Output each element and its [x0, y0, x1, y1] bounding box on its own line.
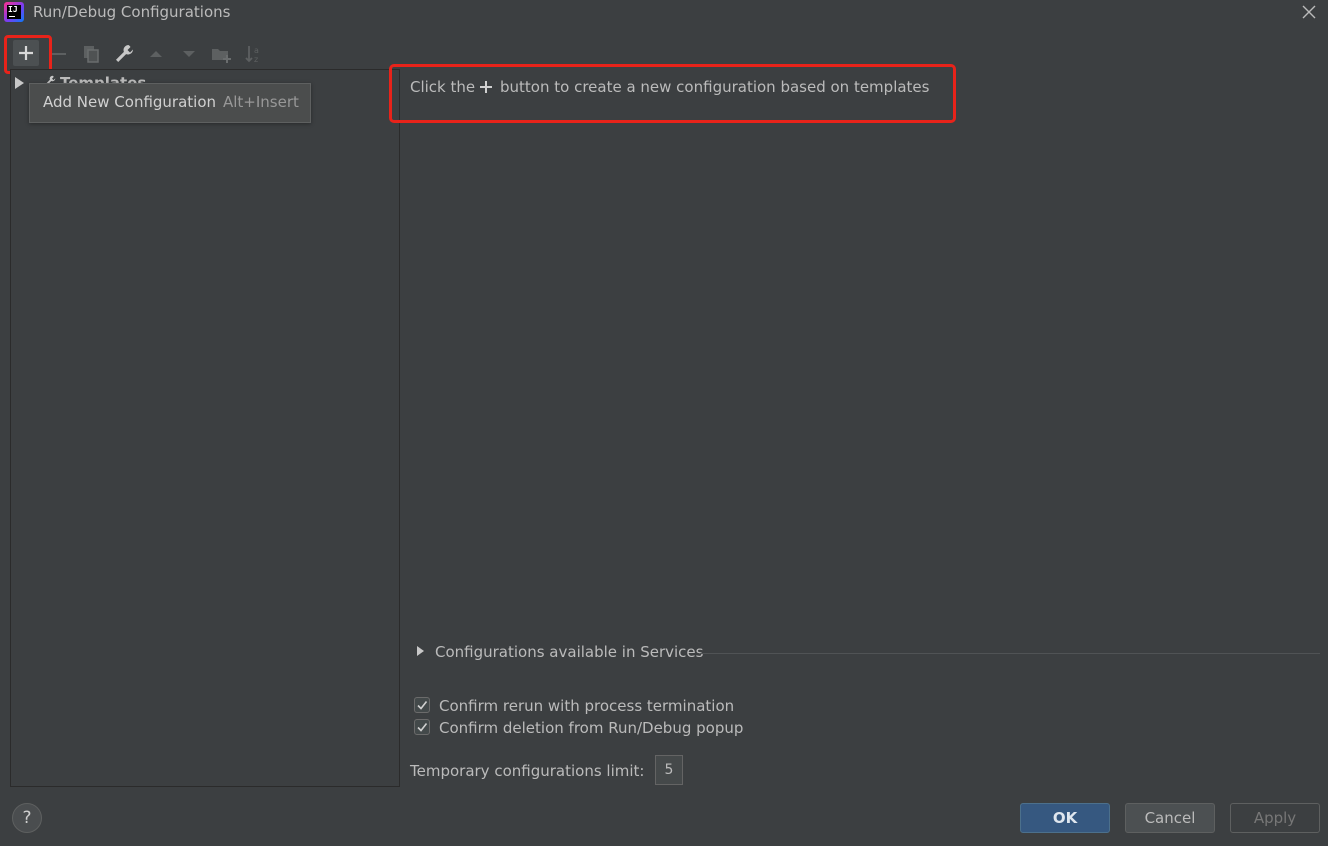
wrench-icon [116, 45, 133, 62]
svg-text:z: z [254, 55, 258, 64]
checkmark-icon [417, 701, 428, 710]
confirm-rerun-label[interactable]: Confirm rerun with process termination [439, 697, 734, 715]
tooltip-shortcut: Alt+Insert [223, 93, 299, 111]
configurations-tree-panel[interactable] [10, 69, 400, 787]
temporary-limit-label: Temporary configurations limit: [410, 762, 645, 780]
ok-button[interactable]: OK [1020, 803, 1110, 833]
services-expand-icon[interactable] [417, 646, 424, 656]
checkmark-icon [417, 723, 428, 732]
temporary-limit-input[interactable]: 5 [655, 755, 683, 785]
confirm-deletion-label[interactable]: Confirm deletion from Run/Debug popup [439, 719, 743, 737]
apply-button[interactable]: Apply [1230, 803, 1320, 833]
move-up-button[interactable] [144, 42, 168, 66]
app-icon-text: IJ [7, 5, 21, 19]
plus-icon [478, 79, 494, 95]
services-section-title[interactable]: Configurations available in Services [435, 643, 703, 661]
edit-templates-button[interactable] [112, 42, 136, 66]
tooltip-label: Add New Configuration [43, 93, 217, 111]
new-folder-icon [212, 49, 231, 63]
move-down-button[interactable] [177, 42, 201, 66]
add-configuration-tooltip: Add New Configuration Alt+Insert [29, 83, 311, 123]
expand-arrow-icon[interactable] [15, 77, 24, 89]
help-button[interactable]: ? [12, 803, 42, 833]
copy-icon [84, 46, 99, 63]
intellij-app-icon: IJ [4, 2, 24, 22]
window-title: Run/Debug Configurations [33, 3, 231, 21]
hint-text-start: Click the [410, 78, 476, 96]
new-folder-button[interactable] [209, 42, 233, 66]
hint-text-end: button to create a new configuration bas… [500, 78, 930, 96]
arrow-down-icon [183, 51, 195, 57]
confirm-rerun-checkbox[interactable] [414, 697, 430, 713]
arrow-up-icon [150, 51, 162, 57]
sort-alpha-icon: a z [245, 46, 259, 64]
confirm-deletion-checkbox[interactable] [414, 719, 430, 735]
remove-configuration-button[interactable] [47, 42, 71, 66]
cancel-button[interactable]: Cancel [1125, 803, 1215, 833]
section-divider [700, 653, 1320, 654]
copy-configuration-button[interactable] [79, 42, 103, 66]
svg-text:a: a [254, 46, 259, 55]
minus-icon [52, 53, 66, 55]
sort-configurations-button[interactable]: a z [242, 42, 266, 66]
close-icon[interactable] [1298, 1, 1320, 23]
